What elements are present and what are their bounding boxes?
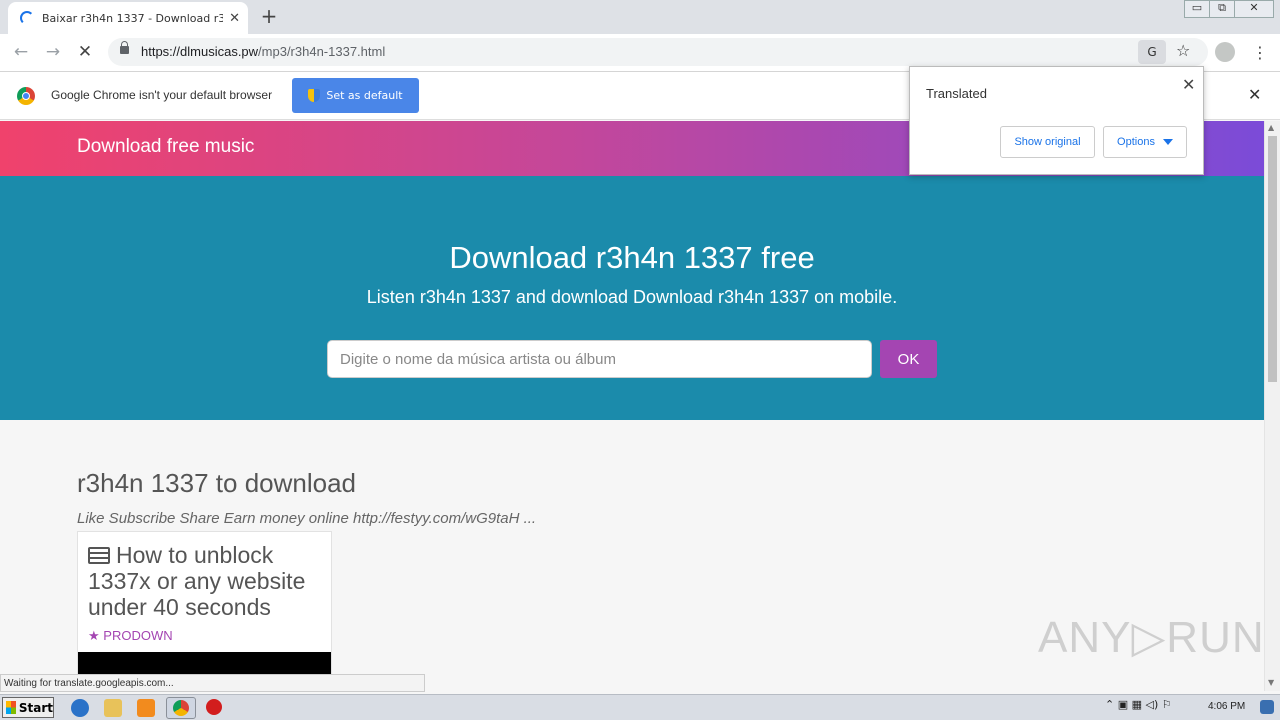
chrome-menu-icon[interactable]: ⋮	[1252, 43, 1268, 62]
start-label: Start	[18, 700, 53, 715]
status-bubble: Waiting for translate.googleapis.com...	[0, 674, 425, 692]
show-desktop-icon[interactable]	[1260, 700, 1274, 714]
results-subtitle: Like Subscribe Share Earn money online h…	[77, 510, 537, 527]
result-card-author[interactable]: ★ PRODOWN	[88, 628, 173, 644]
opera-icon[interactable]	[206, 699, 222, 715]
window-close-button[interactable]: ✕	[1234, 0, 1274, 18]
search-ok-button[interactable]: OK	[880, 340, 937, 378]
stop-reload-button[interactable]: ✕	[74, 42, 96, 64]
result-card-title-text: How to unblock 1337x or any website unde…	[88, 542, 306, 620]
url-text[interactable]: https://dlmusicas.pw/mp3/r3h4n-1337.html	[141, 44, 385, 59]
result-card-title[interactable]: How to unblock 1337x or any website unde…	[88, 542, 326, 620]
translate-popup-title: Translated	[926, 86, 987, 101]
media-player-icon[interactable]	[137, 699, 155, 717]
taskbar-clock[interactable]: 4:06 PM	[1208, 701, 1245, 712]
page-scrollbar[interactable]: ▲ ▼	[1264, 121, 1280, 691]
chrome-icon	[173, 700, 189, 716]
tab-strip: Baixar r3h4n 1337 - Download r3h4n 1 ✕ +…	[0, 0, 1280, 34]
chrome-logo-icon	[17, 87, 35, 105]
music-search-input[interactable]	[327, 340, 872, 378]
show-original-button[interactable]: Show original	[1000, 126, 1095, 158]
windows-taskbar: Start ⌃ ▣ ▦ ◁) ⚐ 4:06 PM	[0, 694, 1280, 720]
bookmark-star-icon[interactable]: ☆	[1176, 41, 1190, 60]
internet-explorer-icon[interactable]	[71, 699, 89, 717]
profile-avatar[interactable]	[1215, 42, 1235, 62]
hero-title: Download r3h4n 1337 free	[449, 240, 815, 275]
minimize-button[interactable]: ▭	[1184, 0, 1210, 18]
scroll-up-arrow-icon[interactable]: ▲	[1268, 123, 1274, 132]
url-path: /mp3/r3h4n-1337.html	[258, 44, 386, 59]
hero-subtitle: Listen r3h4n 1337 and download Download …	[366, 287, 898, 307]
browser-tab[interactable]: Baixar r3h4n 1337 - Download r3h4n 1 ✕	[8, 2, 248, 34]
set-default-button[interactable]: Set as default	[292, 78, 419, 113]
infobar-close-icon[interactable]: ✕	[1248, 85, 1261, 104]
forward-button[interactable]: →	[42, 42, 64, 64]
tab-title: Baixar r3h4n 1337 - Download r3h4n 1	[42, 11, 224, 25]
result-card[interactable]: How to unblock 1337x or any website unde…	[77, 531, 332, 682]
system-tray-icons[interactable]: ⌃ ▣ ▦ ◁) ⚐	[1105, 698, 1172, 711]
address-bar[interactable]: https://dlmusicas.pw/mp3/r3h4n-1337.html…	[108, 38, 1208, 66]
start-button[interactable]: Start	[2, 697, 54, 718]
translate-popup: Translated ✕ Show original Options	[909, 66, 1204, 175]
set-default-label: Set as default	[326, 89, 403, 102]
chevron-down-icon	[1162, 139, 1173, 145]
translate-icon[interactable]: G	[1138, 40, 1166, 64]
results-title: r3h4n 1337 to download	[77, 468, 357, 498]
maximize-button[interactable]: ⧉	[1209, 0, 1235, 18]
url-host: https://dlmusicas.pw	[141, 44, 259, 59]
back-button[interactable]: ←	[10, 42, 32, 64]
scroll-down-arrow-icon[interactable]: ▼	[1268, 678, 1274, 687]
uac-shield-icon	[308, 89, 321, 102]
infobar-message: Google Chrome isn't your default browser	[51, 88, 273, 102]
new-tab-button[interactable]: +	[258, 6, 280, 28]
file-explorer-icon[interactable]	[104, 699, 122, 717]
anyrun-watermark: ANY▷RUN	[1038, 613, 1265, 662]
translate-popup-close-icon[interactable]: ✕	[1182, 75, 1195, 94]
options-label: Options	[1117, 136, 1155, 148]
star-icon: ★	[88, 628, 100, 643]
site-brand-link[interactable]: Download free music	[77, 136, 254, 158]
loading-spinner-icon	[20, 11, 34, 25]
author-name: PRODOWN	[103, 628, 173, 643]
windows-logo-icon	[6, 701, 16, 714]
list-icon	[88, 547, 110, 564]
scrollbar-thumb[interactable]	[1268, 136, 1277, 382]
translate-options-button[interactable]: Options	[1103, 126, 1187, 158]
tab-close-icon[interactable]: ✕	[229, 11, 240, 26]
hero-section: Download r3h4n 1337 free Listen r3h4n 13…	[0, 176, 1264, 420]
lock-icon[interactable]	[120, 41, 129, 54]
